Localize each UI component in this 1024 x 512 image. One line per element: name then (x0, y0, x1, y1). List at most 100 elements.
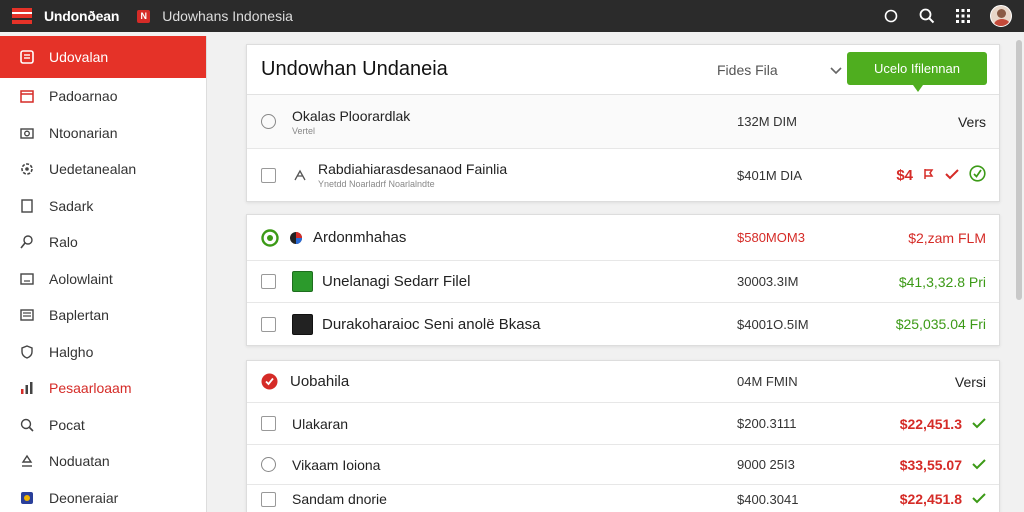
file-size: $400.3041 (737, 491, 799, 507)
upload-icon (18, 452, 36, 470)
files-panel: Undowhan Undaneia Fides Fila Ucelo Ifile… (246, 44, 1000, 202)
check-circle-icon[interactable] (969, 165, 986, 185)
file-price: $22,451.8 (899, 491, 962, 507)
scrollbar[interactable] (1016, 40, 1022, 300)
sidebar-item-label: Padoarnao (49, 88, 118, 105)
sidebar-item-deoneraiar[interactable]: Deoneraiar (0, 480, 206, 512)
file-size: $4001O.5IM (737, 316, 809, 332)
table-row[interactable]: Rabdiahiarasdesanaod Fainlia Ynetdd Noar… (247, 149, 999, 201)
sidebar-item-pocat[interactable]: Pocat (0, 407, 206, 444)
check-green-icon (972, 416, 986, 432)
document-icon (18, 48, 36, 66)
sidebar-item-sadark[interactable]: Sadark (0, 188, 206, 225)
file-price: $22,451.3 (899, 415, 962, 432)
group-size: $580MOM3 (737, 230, 805, 245)
search-icon (18, 233, 36, 251)
table-row[interactable]: Vikaam Ioiona 9000 25I3 $33,55.07 (247, 445, 999, 485)
dark-file-icon (292, 313, 313, 335)
group-subtitle: Vertel (292, 125, 316, 136)
brand-mark-icon: N (137, 9, 151, 23)
page-title: Undowhan Undaneia (261, 58, 448, 80)
top-bar: Undonðean N Udowhans Indonesia (0, 0, 1024, 32)
group-radio[interactable] (261, 114, 276, 129)
file-size: $200.3111 (737, 416, 797, 431)
file-name: Sandam dnorie (292, 491, 387, 507)
files-panel-3: Uobahila 04M FMIN Versi Ulakaran $200.31… (246, 360, 1000, 512)
sidebar-item-pesaarloaam[interactable]: Pesaarloaam (0, 370, 206, 407)
table-row[interactable]: Durakoharaioc Seni anolë Bkasa $4001O.5I… (247, 303, 999, 345)
app-name: Undonðean (44, 8, 120, 24)
calendar-icon (18, 87, 36, 105)
row-radio[interactable] (261, 457, 276, 472)
grid-icon[interactable] (954, 7, 972, 25)
fork-icon (292, 167, 308, 183)
gear-icon (18, 160, 36, 178)
app-icon (18, 489, 36, 507)
group-header[interactable]: Okalas Ploorardlak Vertel 132M DIM Vers (247, 95, 999, 149)
sidebar-item-label: Deoneraiar (49, 489, 119, 506)
row-checkbox[interactable] (261, 491, 276, 507)
breadcrumb[interactable]: Udowhans Indonesia (162, 8, 293, 24)
check-green-icon (972, 457, 986, 473)
app-logo-icon[interactable] (10, 4, 34, 28)
sidebar-item-halgho[interactable]: Halgho (0, 334, 206, 371)
file-size: $401M DIA (737, 167, 803, 183)
group-size: 04M FMIN (737, 374, 798, 389)
sidebar-item-ntoonarian[interactable]: Ntoonarian (0, 115, 206, 152)
check-red-icon (945, 167, 959, 183)
file-size: 9000 25I3 (737, 457, 795, 472)
file-subtitle: Ynetdd Noarladrf Noarlalndte (318, 179, 435, 189)
sidebar-item-aolowlaint[interactable]: Aolowlaint (0, 261, 206, 298)
file-price: $41,3,32.8 Pri (898, 273, 986, 290)
app-color-icon (289, 231, 303, 245)
file-name: Rabdiahiarasdesanaod Fainlia (318, 161, 508, 177)
file-size: 30003.3IM (737, 274, 799, 289)
sidebar-item-label: Pesaarloaam (49, 380, 132, 397)
sidebar-item-label: Uedetanealan (49, 161, 137, 178)
files-panel-2: Ardonmhahas $580MOM3 $2,zam FLM Unelanag… (246, 214, 1000, 346)
chevron-down-icon (830, 62, 842, 78)
row-checkbox[interactable] (261, 316, 276, 332)
sidebar-item-udovalan[interactable]: Udovalan (0, 36, 206, 78)
group-header[interactable]: Uobahila 04M FMIN Versi (247, 361, 999, 403)
sidebar-item-ralo[interactable]: Ralo (0, 224, 206, 261)
group-total: $2,zam FLM (908, 229, 986, 246)
row-checkbox[interactable] (261, 416, 276, 431)
filter-dropdown[interactable]: Fides Fila (717, 45, 842, 95)
monitor-icon (18, 270, 36, 288)
file-price: $33,55.07 (899, 456, 962, 473)
page-header: Undowhan Undaneia Fides Fila Ucelo Ifile… (247, 45, 999, 95)
file-name: Ulakaran (292, 415, 349, 432)
sidebar-item-uedetanealan[interactable]: Uedetanealan (0, 151, 206, 188)
group-version: Vers (957, 113, 986, 130)
group-version: Versi (954, 373, 986, 390)
sidebar-item-noduatan[interactable]: Noduatan (0, 443, 206, 480)
primary-action-button[interactable]: Ucelo Ifilennan (847, 52, 987, 92)
table-row[interactable]: Ulakaran $200.3111 $22,451.3 (247, 403, 999, 445)
avatar[interactable] (990, 5, 1012, 27)
table-row[interactable]: Sandam dnorie $400.3041 $22,451.8 (247, 485, 999, 512)
sidebar: Udovalan Padoarnao Ntoonarian Uedetaneal… (0, 36, 207, 512)
sidebar-item-label: Aolowlaint (49, 270, 113, 287)
sidebar-item-label: Pocat (49, 416, 85, 433)
group-header[interactable]: Ardonmhahas $580MOM3 $2,zam FLM (247, 215, 999, 261)
search-icon[interactable] (918, 7, 936, 25)
sidebar-item-label: Sadark (49, 197, 94, 214)
list-icon (18, 306, 36, 324)
search-icon (18, 416, 36, 434)
sidebar-item-padoarnao[interactable]: Padoarnao (0, 78, 206, 115)
table-row[interactable]: Unelanagi Sedarr Filel 30003.3IM $41,3,3… (247, 261, 999, 303)
file-name: Unelanagi Sedarr Filel (322, 273, 471, 290)
bars-icon (18, 379, 36, 397)
circle-icon[interactable] (882, 7, 900, 25)
shield-check-icon (261, 373, 278, 390)
sidebar-item-baplertan[interactable]: Baplertan (0, 297, 206, 334)
file-name: Durakoharaioc Seni anolë Bkasa (322, 315, 541, 333)
flag-icon (923, 167, 935, 183)
filter-label: Fides Fila (717, 62, 778, 78)
row-checkbox[interactable] (261, 274, 276, 289)
group-name: Uobahila (290, 373, 350, 390)
row-checkbox[interactable] (261, 167, 276, 183)
file-price: $25,035.04 Fri (895, 316, 986, 332)
sidebar-item-label: Noduatan (49, 453, 110, 470)
